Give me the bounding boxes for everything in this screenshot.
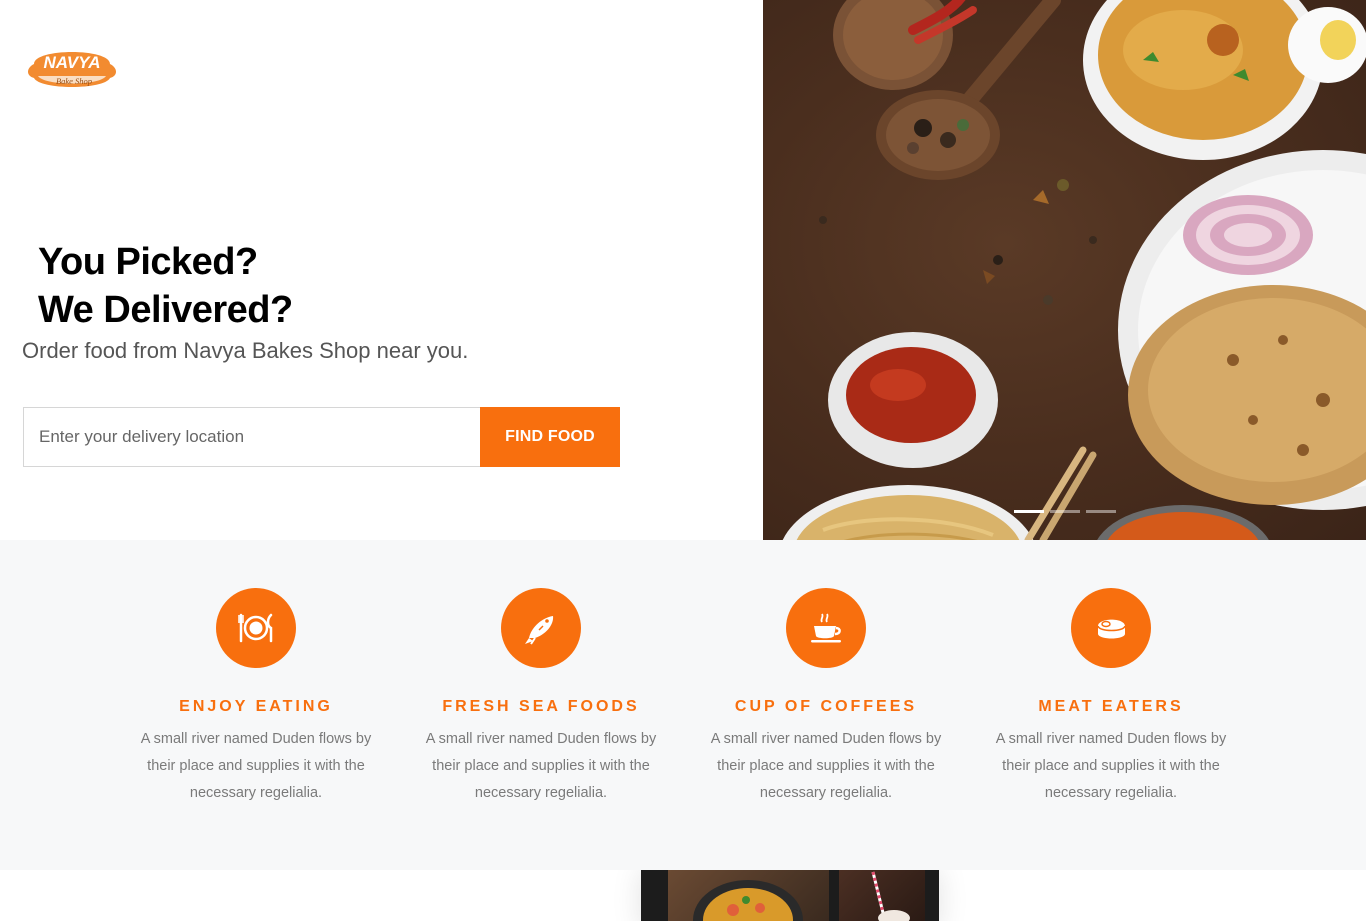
hero-content: NAVYA Bake Shop You Picked? We Delivered… (0, 0, 763, 540)
hero-slider-dots (1014, 510, 1116, 513)
brand-logo[interactable]: NAVYA Bake Shop (24, 42, 120, 92)
coffee-cup-icon (811, 613, 841, 643)
service-icon-circle (1071, 588, 1151, 668)
hero-section: NAVYA Bake Shop You Picked? We Delivered… (0, 0, 1366, 540)
service-icon-circle (786, 588, 866, 668)
service-fresh-sea-foods: Fresh Sea Foods A small river named Dude… (406, 588, 676, 807)
services-section: Enjoy Eating A small river named Duden f… (0, 540, 1366, 870)
slider-dot-1[interactable] (1014, 510, 1044, 513)
app-preview-section (0, 870, 1366, 921)
service-icon-circle (501, 588, 581, 668)
steak-icon (1097, 619, 1126, 639)
dinner-plate-icon (238, 613, 273, 643)
headline-line-2: We Delivered? (38, 289, 293, 331)
food-spread-illustration (782, 0, 1366, 540)
phone-screen-food-image (668, 870, 829, 921)
hero-subheadline: Order food from Navya Bakes Shop near yo… (22, 338, 469, 363)
service-enjoy-eating: Enjoy Eating A small river named Duden f… (121, 588, 391, 807)
svg-text:NAVYA: NAVYA (44, 53, 101, 72)
service-description: A small river named Duden flows by their… (710, 731, 942, 801)
navya-logo-icon: NAVYA Bake Shop (28, 52, 116, 87)
paella-image (693, 880, 803, 921)
service-title: Meat Eaters (1038, 698, 1184, 715)
service-icon-circle (216, 588, 296, 668)
location-search-form: FIND FOOD (23, 407, 620, 467)
headline-line-1: You Picked? (38, 241, 258, 283)
service-title: Fresh Sea Foods (442, 698, 640, 715)
delivery-location-input[interactable] (23, 407, 480, 467)
phone-screen-drink-image (839, 870, 925, 921)
service-title: Cup Of Coffees (734, 698, 918, 715)
hero-headline: You Picked? We Delivered? (38, 238, 293, 334)
slider-dot-2[interactable] (1050, 510, 1080, 513)
service-description: A small river named Duden flows by their… (140, 731, 372, 801)
fish-icon (525, 616, 554, 645)
milkshake-image (871, 871, 910, 921)
service-description: A small river named Duden flows by their… (995, 731, 1227, 801)
slider-dot-3[interactable] (1086, 510, 1116, 513)
service-title: Enjoy Eating (179, 698, 333, 715)
service-meat-eaters: Meat Eaters A small river named Duden fl… (976, 588, 1246, 807)
find-food-button[interactable]: FIND FOOD (480, 407, 620, 467)
service-description: A small river named Duden flows by their… (425, 731, 657, 801)
service-cup-of-coffees: Cup Of Coffees A small river named Duden… (691, 588, 961, 807)
hero-food-image (763, 0, 1366, 540)
svg-text:Bake Shop: Bake Shop (56, 76, 92, 86)
